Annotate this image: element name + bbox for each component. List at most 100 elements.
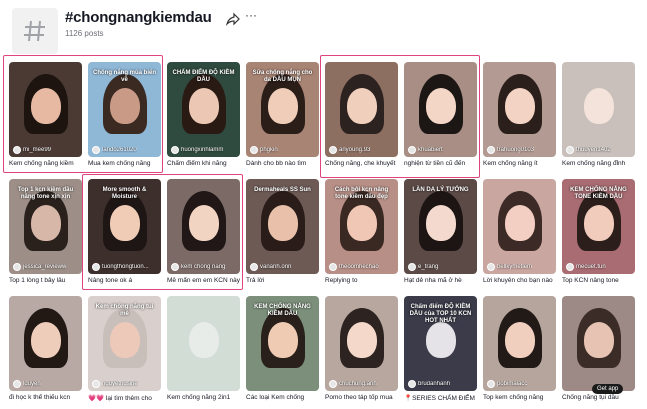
- video-card[interactable]: bellkymetlem Lời khuyên cho bạn nào: [483, 179, 556, 284]
- author-info[interactable]: brudanhanh: [408, 380, 450, 388]
- video-caption[interactable]: Chống nắng tụi dầu: [562, 394, 635, 401]
- author-info[interactable]: mecuet.tun: [566, 263, 606, 271]
- video-card[interactable]: KEM CHỐNG NẮNG TONE KIỀM DẦU mecuet.tun To…: [562, 179, 635, 284]
- video-thumbnail[interactable]: anyoung.93: [325, 62, 398, 157]
- author-info[interactable]: mi_mee99: [13, 146, 51, 154]
- author-info[interactable]: jessica_revieww: [13, 263, 66, 271]
- video-caption[interactable]: Chấm điểm khi nắng: [167, 160, 240, 167]
- video-thumbnail[interactable]: KEM CHỐNG NẮNG TONE KIỀM DẦU mecuet.tun: [562, 179, 635, 274]
- video-caption[interactable]: Kem chống nắng kiềm: [9, 160, 82, 167]
- video-thumbnail[interactable]: Cách bôi kcn nâng tone kiềm dầu đẹp theoo…: [325, 179, 398, 274]
- video-thumbnail[interactable]: KEM CHỐNG NẮNG KIỀM DẦU: [246, 296, 319, 391]
- video-caption[interactable]: Dành cho bb nào tìm: [246, 160, 319, 167]
- author-info[interactable]: nguyethusine: [92, 380, 138, 388]
- more-options-icon[interactable]: ···: [244, 9, 258, 24]
- video-card[interactable]: More smooth & Moisture tuongthongtuon... N…: [88, 179, 161, 284]
- author-info[interactable]: tuongthongtuon...: [92, 263, 149, 271]
- author-info[interactable]: bellkymetlem: [487, 263, 532, 271]
- video-thumbnail[interactable]: Chấm điểm ĐỘ KIỀM DẦU của TOP 10 KCN HOT…: [404, 296, 477, 391]
- video-caption[interactable]: Nâng tone ok á: [88, 277, 161, 284]
- video-card[interactable]: pobimalacc Top kem chống nắng: [483, 296, 556, 401]
- author-info[interactable]: chuchung.anh: [329, 380, 377, 388]
- video-thumbnail[interactable]: chuchung.anh: [325, 296, 398, 391]
- author-info[interactable]: lduyen: [13, 380, 41, 388]
- author-info[interactable]: e_trang: [408, 263, 438, 271]
- thumbnail-face: [268, 205, 298, 241]
- author-name: mi_mee99: [23, 147, 52, 153]
- author-info[interactable]: huongxinhlamm: [171, 146, 223, 154]
- video-thumbnail[interactable]: Dermaheals SS Sun vananh.onn: [246, 179, 319, 274]
- video-thumbnail[interactable]: CHẤM ĐIỂM ĐỘ KIỀM DẦU huongxinhlamm: [167, 62, 240, 157]
- video-caption[interactable]: Pomo theo táp tốp mua: [325, 394, 398, 401]
- share-icon[interactable]: [225, 12, 240, 26]
- video-thumbnail[interactable]: Kem chống nắng tui mê nguyethusine: [88, 296, 161, 391]
- author-info[interactable]: thuuyen1402: [566, 146, 611, 154]
- video-card[interactable]: khuabiert nghiện từ tiền cũ đến: [404, 62, 477, 167]
- video-card[interactable]: LÀN DA LÝ TƯỞNG e_trang Hạt dẻ nha mã ở hè: [404, 179, 477, 284]
- video-thumbnail[interactable]: Sữa chống nắng cho da DẦU MỤN phgkin: [246, 62, 319, 157]
- video-caption[interactable]: Các loại Kem chống: [246, 394, 319, 401]
- video-caption[interactable]: Mê mẩn em em KCN này: [167, 277, 240, 284]
- video-card[interactable]: trahuong0103 Kem chống nắng ít: [483, 62, 556, 167]
- video-caption[interactable]: Kem chống nắng đỉnh: [562, 160, 635, 167]
- video-thumbnail[interactable]: Top 1 kcn kiềm dầu nâng tone xịn xịn jess…: [9, 179, 82, 274]
- get-app-badge[interactable]: Get app: [592, 384, 624, 394]
- video-thumbnail[interactable]: bellkymetlem: [483, 179, 556, 274]
- author-info[interactable]: lando261020: [92, 146, 137, 154]
- video-card[interactable]: anyoung.93 Chống nắng, che khuyết: [325, 62, 398, 167]
- video-card[interactable]: kem chống nắng Mê mẩn em em KCN này: [167, 179, 240, 284]
- video-caption[interactable]: Kem chống nắng ít: [483, 160, 556, 167]
- video-card[interactable]: Kem chống nắng 2in1: [167, 296, 240, 401]
- video-thumbnail[interactable]: khuabiert: [404, 62, 477, 157]
- video-card[interactable]: Sữa chống nắng cho da DẦU MỤN phgkin Dành …: [246, 62, 319, 167]
- author-info[interactable]: kem chống nắng: [171, 263, 225, 271]
- video-card[interactable]: Dermaheals SS Sun vananh.onn Trả lời: [246, 179, 319, 284]
- video-card[interactable]: mi_mee99 Kem chống nắng kiềm: [9, 62, 82, 167]
- video-card[interactable]: Chấm điểm ĐỘ KIỀM DẦU của TOP 10 KCN HOT…: [404, 296, 477, 402]
- video-thumbnail[interactable]: More smooth & Moisture tuongthongtuon...: [88, 179, 161, 274]
- video-card[interactable]: thuuyen1402 Kem chống nắng đỉnh: [562, 62, 635, 167]
- video-thumbnail[interactable]: trahuong0103: [483, 62, 556, 157]
- author-info[interactable]: trahuong0103: [487, 146, 534, 154]
- video-thumbnail[interactable]: LÀN DA LÝ TƯỞNG e_trang: [404, 179, 477, 274]
- author-info[interactable]: pobimalacc: [487, 380, 527, 388]
- video-card[interactable]: Cách bôi kcn nâng tone kiềm dầu đẹp theoo…: [325, 179, 398, 284]
- video-card[interactable]: Kem chống nắng tui mê nguyethusine 💗💗 lại …: [88, 296, 161, 402]
- video-caption[interactable]: Lời khuyên cho bạn nào: [483, 277, 556, 284]
- author-info[interactable]: theoomhechao: [329, 263, 379, 271]
- video-card[interactable]: CHẤM ĐIỂM ĐỘ KIỀM DẦU huongxinhlamm Chấm đ…: [167, 62, 240, 167]
- author-info[interactable]: phgkin: [250, 146, 278, 154]
- video-thumbnail[interactable]: [562, 296, 635, 391]
- video-caption[interactable]: Kem chống nắng 2in1: [167, 394, 240, 401]
- video-caption[interactable]: Top kem chống nắng: [483, 394, 556, 401]
- video-card[interactable]: Top 1 kcn kiềm dầu nâng tone xịn xịn jess…: [9, 179, 82, 284]
- video-caption[interactable]: đi học k thể thiếu kcn: [9, 394, 82, 401]
- video-card[interactable]: Chống nắng mùa biển về lando261020 Mua kem…: [88, 62, 161, 167]
- video-caption[interactable]: Replying to: [325, 277, 398, 284]
- author-info[interactable]: anyoung.93: [329, 146, 370, 154]
- video-caption[interactable]: Top KCN nâng tone: [562, 277, 635, 284]
- author-info[interactable]: vananh.onn: [250, 263, 291, 271]
- author-info[interactable]: khuabiert: [408, 146, 443, 154]
- video-thumbnail[interactable]: Chống nắng mùa biển về lando261020: [88, 62, 161, 157]
- video-thumbnail[interactable]: mi_mee99: [9, 62, 82, 157]
- video-caption[interactable]: 📍SERIES CHẤM ĐIỂM: [404, 394, 477, 402]
- video-caption[interactable]: Hạt dẻ nha mã ở hè: [404, 277, 477, 284]
- video-thumbnail[interactable]: lduyen: [9, 296, 82, 391]
- video-card[interactable]: chuchung.anh Pomo theo táp tốp mua: [325, 296, 398, 401]
- avatar: [250, 263, 258, 271]
- video-card[interactable]: lduyen đi học k thể thiếu kcn: [9, 296, 82, 401]
- video-caption[interactable]: Chống nắng, che khuyết: [325, 160, 398, 167]
- video-thumbnail[interactable]: [167, 296, 240, 391]
- video-caption[interactable]: Mua kem chống nắng: [88, 160, 161, 167]
- video-thumbnail[interactable]: kem chống nắng: [167, 179, 240, 274]
- video-caption[interactable]: 💗💗 lại tìm thêm cho: [88, 394, 161, 402]
- video-caption[interactable]: Trả lời: [246, 277, 319, 284]
- video-caption[interactable]: Top 1 lòng t bây lâu: [9, 277, 82, 284]
- video-card[interactable]: KEM CHỐNG NẮNG KIỀM DẦU Các loại Kem chốn…: [246, 296, 319, 401]
- avatar: [566, 263, 574, 271]
- video-thumbnail[interactable]: thuuyen1402: [562, 62, 635, 157]
- thumbnail-overlay-text: Kem chống nắng tui mê: [95, 304, 154, 317]
- video-caption[interactable]: nghiện từ tiền cũ đến: [404, 160, 477, 167]
- video-thumbnail[interactable]: pobimalacc: [483, 296, 556, 391]
